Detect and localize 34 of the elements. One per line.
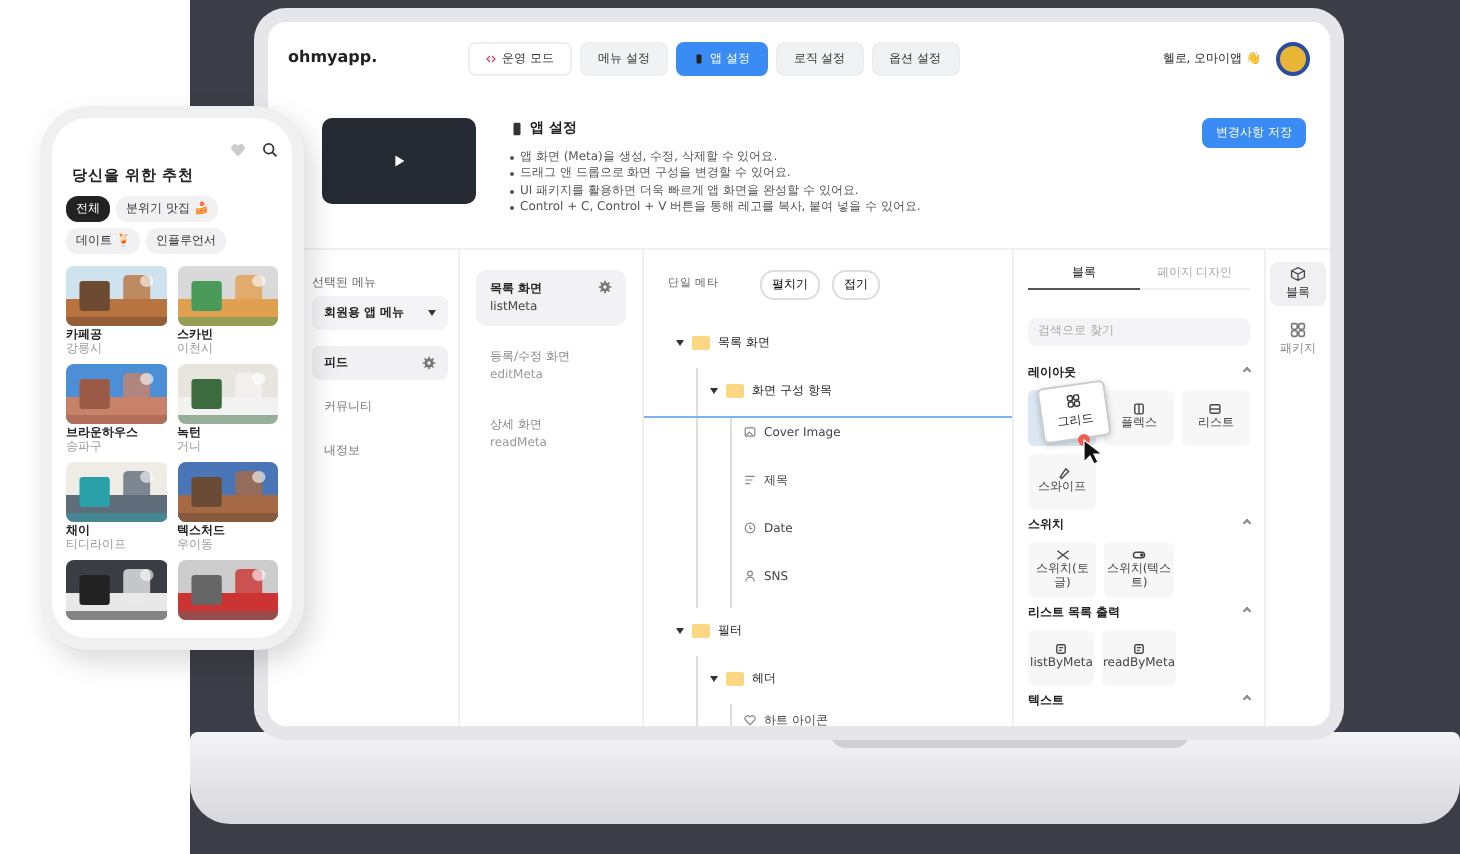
folder-icon [692, 624, 710, 638]
clock-icon [744, 522, 756, 534]
phone-icon [693, 53, 704, 63]
heart-icon [230, 142, 246, 158]
grid-icon [1064, 393, 1081, 409]
list-icon [1054, 642, 1069, 657]
folder-icon [692, 336, 710, 350]
settings-icon [598, 280, 612, 294]
avatar[interactable] [1276, 41, 1310, 75]
rows-icon [1208, 402, 1223, 417]
heart-icon [744, 714, 756, 726]
collapse-icon[interactable] [1242, 693, 1252, 703]
code-icon [486, 53, 496, 63]
toggle-icon [1131, 548, 1146, 562]
logo: ohmyapp. [288, 46, 380, 70]
collapse-icon[interactable] [1242, 365, 1252, 375]
video-thumbnail[interactable] [322, 118, 476, 204]
play-icon [390, 152, 408, 170]
columns-icon [1131, 402, 1146, 417]
folder-icon [726, 672, 744, 686]
collapse-icon[interactable] [1242, 605, 1252, 615]
search-icon [262, 142, 278, 158]
cube-icon [1290, 266, 1306, 282]
list-icon [1131, 642, 1146, 657]
folder-icon [726, 384, 744, 398]
settings-icon [422, 356, 436, 370]
cursor-icon [1076, 434, 1104, 466]
lines-icon [744, 474, 756, 486]
grid-icon [1290, 322, 1306, 338]
image-icon [744, 426, 756, 438]
collapse-icon[interactable] [1242, 517, 1252, 527]
phone-icon [510, 121, 524, 136]
person-icon [744, 570, 756, 582]
caret-icon [428, 310, 436, 316]
